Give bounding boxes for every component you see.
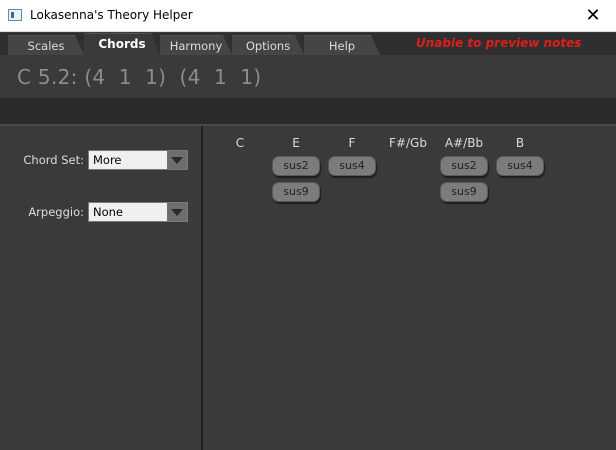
chord-display: C 5.2: (4 1 1) (4 1 1) [17,65,262,89]
chord-button-b-sus4[interactable]: sus4 [496,156,544,176]
arpeggio-dropdown[interactable]: None [88,202,188,222]
chord-button-e-sus9[interactable]: sus9 [272,182,320,202]
tab-scales[interactable]: Scales [8,35,84,55]
chord-button-f-sus4[interactable]: sus4 [328,156,376,176]
left-panel [0,126,201,450]
tab-chords[interactable]: Chords [84,33,160,55]
tab-harmony[interactable]: Harmony [160,35,232,55]
column-header-f-sharp-g-flat: F#/Gb [389,136,427,150]
chord-grid-panel [203,126,616,450]
arpeggio-label: Arpeggio: [28,205,84,219]
warning-message: Unable to preview notes [416,36,582,50]
tab-options[interactable]: Options [232,35,304,55]
tab-help[interactable]: Help [304,35,380,55]
column-header-f: F [348,136,356,150]
close-icon[interactable]: ✕ [570,0,616,32]
column-header-c: C [235,136,245,150]
app-icon [8,9,22,21]
title-bar: Lokasenna's Theory Helper ✕ [0,0,616,32]
chevron-down-icon[interactable] [167,203,187,221]
chord-button-asbb-sus9[interactable]: sus9 [440,182,488,202]
arpeggio-value: None [93,205,124,219]
chord-button-e-sus2[interactable]: sus2 [272,156,320,176]
chord-set-dropdown[interactable]: More [88,150,188,170]
chevron-down-icon[interactable] [167,151,187,169]
column-header-b: B [515,136,525,150]
column-header-a-sharp-b-flat: A#/Bb [444,136,484,150]
window-title: Lokasenna's Theory Helper [30,8,193,22]
info-band [0,98,616,124]
chord-button-asbb-sus2[interactable]: sus2 [440,156,488,176]
chord-set-label: Chord Set: [23,153,84,167]
column-header-e: E [292,136,300,150]
chord-set-value: More [93,153,122,167]
